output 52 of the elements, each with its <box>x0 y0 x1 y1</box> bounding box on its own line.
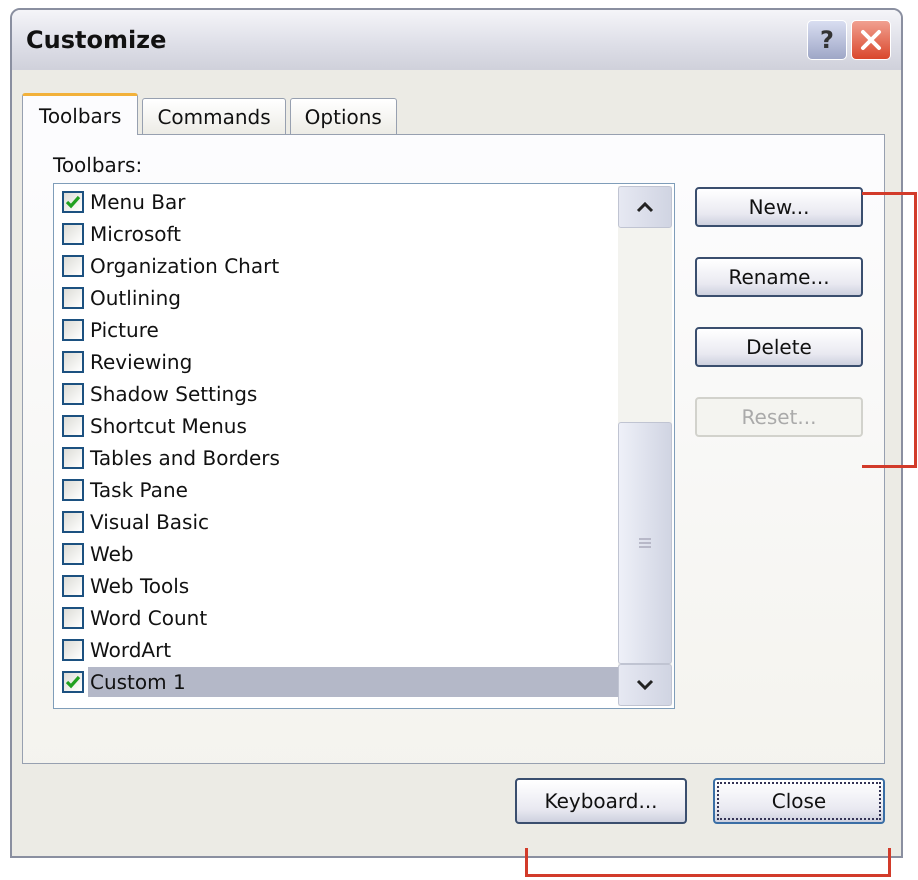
button[interactable]: Keyboard... <box>515 778 687 824</box>
checkbox[interactable] <box>62 383 84 405</box>
checkbox[interactable] <box>62 223 84 245</box>
list-item[interactable]: Shortcut Menus <box>88 411 249 441</box>
window-title: Customize <box>26 26 166 54</box>
checkbox[interactable] <box>62 351 84 373</box>
list-item[interactable]: Task Pane <box>88 475 190 505</box>
list-item[interactable]: Shadow Settings <box>88 379 260 409</box>
list-item[interactable]: Reviewing <box>88 347 194 377</box>
tab[interactable]: Toolbars <box>22 93 138 135</box>
list-item[interactable]: Custom 1 <box>88 667 618 697</box>
checkbox[interactable] <box>62 287 84 309</box>
checkbox[interactable] <box>62 319 84 341</box>
checkbox[interactable] <box>62 575 84 597</box>
tab[interactable]: Options <box>290 98 397 134</box>
list-label: Toolbars: <box>53 153 142 177</box>
scroll-down-button[interactable] <box>618 664 672 706</box>
scroll-up-button[interactable] <box>618 186 672 228</box>
list-item[interactable]: Picture <box>88 315 161 345</box>
list-item[interactable]: Menu Bar <box>88 187 188 217</box>
list-item[interactable]: Web Tools <box>88 571 192 601</box>
list-item[interactable]: Microsoft <box>88 219 184 249</box>
list-item[interactable]: Outlining <box>88 283 183 313</box>
button[interactable]: Close <box>713 778 885 824</box>
checkbox[interactable] <box>62 543 84 565</box>
close-icon <box>860 29 882 51</box>
checkbox[interactable] <box>62 479 84 501</box>
chevron-up-icon <box>636 201 654 213</box>
close-button[interactable] <box>851 20 891 60</box>
scrollbar[interactable] <box>618 186 672 706</box>
checkbox[interactable] <box>62 511 84 533</box>
list-item[interactable]: Visual Basic <box>88 507 212 537</box>
checkbox[interactable] <box>62 191 84 213</box>
list-item[interactable]: Organization Chart <box>88 251 282 281</box>
checkbox[interactable] <box>62 447 84 469</box>
button[interactable]: Rename... <box>695 257 863 297</box>
list-item[interactable]: Word Count <box>88 603 210 633</box>
button[interactable]: Delete <box>695 327 863 367</box>
checkbox[interactable] <box>62 255 84 277</box>
scroll-thumb[interactable] <box>618 422 672 664</box>
grip-icon <box>639 538 651 548</box>
list-item[interactable]: Web <box>88 539 136 569</box>
help-button[interactable]: ? <box>807 20 847 60</box>
chevron-down-icon <box>636 679 654 691</box>
checkbox[interactable] <box>62 639 84 661</box>
list-item[interactable]: WordArt <box>88 635 174 665</box>
checkbox[interactable] <box>62 415 84 437</box>
checkbox[interactable] <box>62 607 84 629</box>
button[interactable]: New... <box>695 187 863 227</box>
list-item[interactable]: Tables and Borders <box>88 443 282 473</box>
checkbox[interactable] <box>62 671 84 693</box>
tab[interactable]: Commands <box>142 98 286 134</box>
